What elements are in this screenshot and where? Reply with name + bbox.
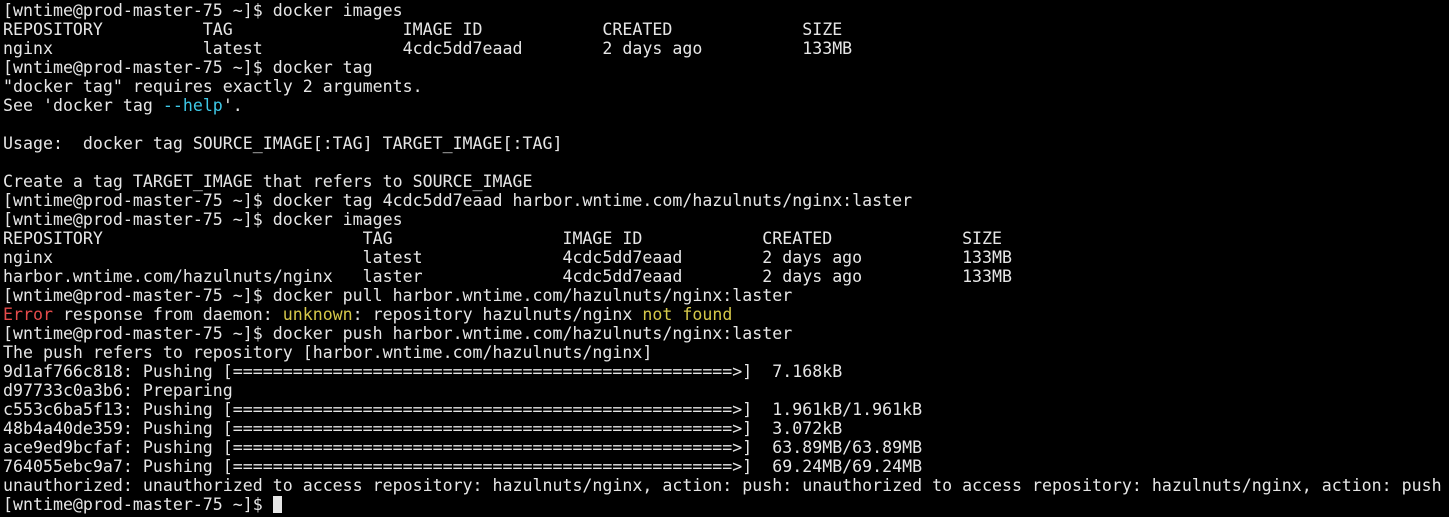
terminal-text: nginx latest 4cdc5dd7eaad 2 days ago 133… xyxy=(3,248,1013,267)
terminal-line: Usage: docker tag SOURCE_IMAGE[:TAG] TAR… xyxy=(3,134,1449,153)
terminal-text-error: Error xyxy=(3,305,53,324)
terminal-text: [wntime@prod-master-75 ~]$ docker pull h… xyxy=(3,286,793,305)
terminal-line: "docker tag" requires exactly 2 argument… xyxy=(3,77,1449,96)
terminal-text: unauthorized: unauthorized to access rep… xyxy=(3,476,1442,495)
terminal-text-warning: unknown xyxy=(282,305,353,324)
terminal-text: See 'docker tag xyxy=(3,96,163,115)
terminal-text: : repository hazulnuts/nginx xyxy=(352,305,643,324)
terminal-text: c553c6ba5f13: Pushing [=================… xyxy=(3,400,923,419)
terminal-line: nginx latest 4cdc5dd7eaad 2 days ago 133… xyxy=(3,248,1449,267)
terminal-line: unauthorized: unauthorized to access rep… xyxy=(3,476,1449,495)
terminal-text: response from daemon: xyxy=(52,305,283,324)
terminal-line: [wntime@prod-master-75 ~]$ docker tag 4c… xyxy=(3,191,1449,210)
terminal-line: 764055ebc9a7: Pushing [=================… xyxy=(3,457,1449,476)
terminal-line: nginx latest 4cdc5dd7eaad 2 days ago 133… xyxy=(3,39,1449,58)
terminal-text: [wntime@prod-master-75 ~]$ docker tag xyxy=(3,58,373,77)
terminal-text: Create a tag TARGET_IMAGE that refers to… xyxy=(3,172,533,191)
terminal-line: 9d1af766c818: Pushing [=================… xyxy=(3,362,1449,381)
terminal-line: [wntime@prod-master-75 ~]$ docker push h… xyxy=(3,324,1449,343)
terminal-line: Error response from daemon: unknown: rep… xyxy=(3,305,1449,324)
terminal-line: Create a tag TARGET_IMAGE that refers to… xyxy=(3,172,1449,191)
terminal-text: ace9ed9bcfaf: Pushing [=================… xyxy=(3,438,923,457)
terminal-text: 764055ebc9a7: Pushing [=================… xyxy=(3,457,923,476)
terminal-text: nginx latest 4cdc5dd7eaad 2 days ago 133… xyxy=(3,39,853,58)
terminal-text: [wntime@prod-master-75 ~]$ docker images xyxy=(3,1,403,20)
terminal-line: ace9ed9bcfaf: Pushing [=================… xyxy=(3,438,1449,457)
terminal-text: Usage: docker tag SOURCE_IMAGE[:TAG] TAR… xyxy=(3,134,563,153)
terminal-text: [wntime@prod-master-75 ~]$ docker tag 4c… xyxy=(3,191,913,210)
terminal-line: [wntime@prod-master-75 ~]$ xyxy=(3,495,1449,514)
terminal-text: [wntime@prod-master-75 ~]$ docker push h… xyxy=(3,324,793,343)
terminal-text: d97733c0a3b6: Preparing xyxy=(3,381,233,400)
terminal-line: c553c6ba5f13: Pushing [=================… xyxy=(3,400,1449,419)
terminal-text: 48b4a40de359: Pushing [=================… xyxy=(3,419,843,438)
terminal-line: [wntime@prod-master-75 ~]$ docker images xyxy=(3,1,1449,20)
terminal-text: REPOSITORY TAG IMAGE ID CREATED SIZE xyxy=(3,20,843,39)
terminal-text: [wntime@prod-master-75 ~]$ xyxy=(3,495,273,514)
terminal-text: '. xyxy=(222,96,243,115)
terminal-text: REPOSITORY TAG IMAGE ID CREATED SIZE xyxy=(3,229,1003,248)
terminal-line: REPOSITORY TAG IMAGE ID CREATED SIZE xyxy=(3,229,1449,248)
terminal-line: [wntime@prod-master-75 ~]$ docker tag xyxy=(3,58,1449,77)
terminal-text: [wntime@prod-master-75 ~]$ docker images xyxy=(3,210,403,229)
terminal-output[interactable]: [wntime@prod-master-75 ~]$ docker images… xyxy=(0,0,1449,517)
cursor xyxy=(272,496,282,513)
terminal-line: The push refers to repository [harbor.wn… xyxy=(3,343,1449,362)
terminal-text-flag: --help xyxy=(162,96,223,115)
terminal-line: harbor.wntime.com/hazulnuts/nginx laster… xyxy=(3,267,1449,286)
terminal-line: [wntime@prod-master-75 ~]$ docker pull h… xyxy=(3,286,1449,305)
terminal-text: The push refers to repository [harbor.wn… xyxy=(3,343,653,362)
terminal-line: d97733c0a3b6: Preparing xyxy=(3,381,1449,400)
terminal-line: See 'docker tag --help'. xyxy=(3,96,1449,115)
terminal-line: [wntime@prod-master-75 ~]$ docker images xyxy=(3,210,1449,229)
terminal-line: REPOSITORY TAG IMAGE ID CREATED SIZE xyxy=(3,20,1449,39)
terminal-text: 9d1af766c818: Pushing [=================… xyxy=(3,362,843,381)
terminal-text: harbor.wntime.com/hazulnuts/nginx laster… xyxy=(3,267,1013,286)
terminal-text-warning: not found xyxy=(642,305,733,324)
terminal-text: "docker tag" requires exactly 2 argument… xyxy=(3,77,423,96)
terminal-line: 48b4a40de359: Pushing [=================… xyxy=(3,419,1449,438)
